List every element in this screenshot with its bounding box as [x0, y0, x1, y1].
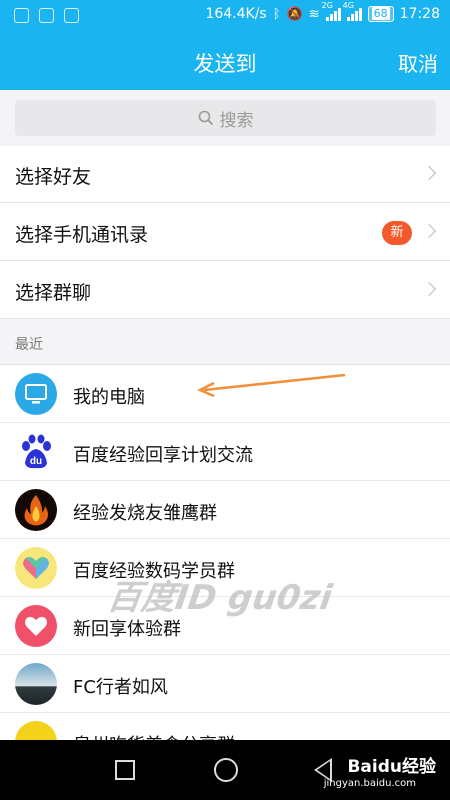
yellow-text-avatar — [15, 721, 57, 740]
watermark: 百度ID gu0zi — [104, 578, 335, 618]
menu-item-label: 选择群聊 — [15, 282, 92, 304]
menu-item-select-contacts[interactable]: 选择手机通讯录 新 — [0, 204, 450, 261]
search-placeholder: 搜索 — [219, 110, 254, 131]
baidu-paw-icon: du — [15, 431, 57, 473]
clock: 17:28 — [399, 6, 440, 22]
recent-apps-icon[interactable] — [115, 760, 135, 780]
search-icon — [198, 110, 213, 126]
network-speed: 164.4K/s — [205, 6, 267, 22]
battery-icon: 68 — [367, 6, 394, 22]
site-url: jingyan.baidu.com — [323, 778, 416, 789]
app-icon — [39, 8, 54, 23]
annotation-arrow — [197, 373, 346, 398]
contact-name: FC行者如风 — [73, 677, 168, 698]
page-title: 发送到 — [193, 52, 257, 76]
baidu-jingyan-logo: Baidu经验 — [347, 757, 436, 777]
search-bar: 搜索 — [0, 90, 450, 146]
contact-name: 百度经验回享计划交流 — [73, 445, 253, 466]
contact-item[interactable]: 泉州吃货美食分享群 — [0, 713, 450, 741]
chevron-right-icon — [421, 223, 437, 239]
wifi-icon: ≋ — [308, 6, 320, 22]
menu-item-label: 选择好友 — [15, 166, 92, 188]
section-label: 最近 — [15, 337, 43, 353]
chevron-right-icon — [421, 281, 437, 297]
bluetooth-icon: ᛒ — [272, 6, 281, 22]
svg-text:du: du — [30, 456, 42, 467]
computer-icon — [15, 373, 57, 415]
contact-item[interactable]: du 百度经验回享计划交流 — [0, 423, 450, 481]
landscape-avatar — [15, 663, 57, 705]
fire-avatar — [15, 489, 57, 531]
network-2g-label: 2G — [321, 1, 333, 10]
title-bar: 发送到 取消 — [0, 34, 450, 90]
heart-avatar — [15, 547, 57, 589]
contact-name: 经验发烧友雏鹰群 — [73, 503, 217, 524]
battery-level: 68 — [371, 7, 390, 20]
menu-item-select-friends[interactable]: 选择好友 — [0, 146, 450, 203]
menu-item-select-groups[interactable]: 选择群聊 — [0, 262, 450, 319]
new-badge: 新 — [382, 221, 412, 245]
recent-section-header: 最近 — [0, 319, 450, 365]
chevron-right-icon — [421, 165, 437, 181]
menu-item-label: 选择手机通讯录 — [15, 224, 149, 246]
contact-item[interactable]: FC行者如风 — [0, 655, 450, 713]
mute-icon: 🔕 — [286, 6, 303, 22]
heart-icon — [15, 605, 57, 647]
contact-item[interactable]: 经验发烧友雏鹰群 — [0, 481, 450, 539]
home-icon[interactable] — [214, 758, 238, 782]
signal-icon: 4G — [343, 1, 362, 21]
search-input[interactable]: 搜索 — [15, 100, 436, 136]
contact-name: 我的电脑 — [73, 387, 145, 408]
network-4g-label: 4G — [342, 1, 354, 10]
signal-icon: 2G — [322, 1, 341, 21]
app-icon — [64, 8, 79, 23]
status-bar: 164.4K/s ᛒ 🔕 ≋ 2G 4G 68 17:28 — [0, 0, 450, 34]
cancel-button[interactable]: 取消 — [398, 48, 438, 77]
app-icon — [14, 8, 29, 23]
